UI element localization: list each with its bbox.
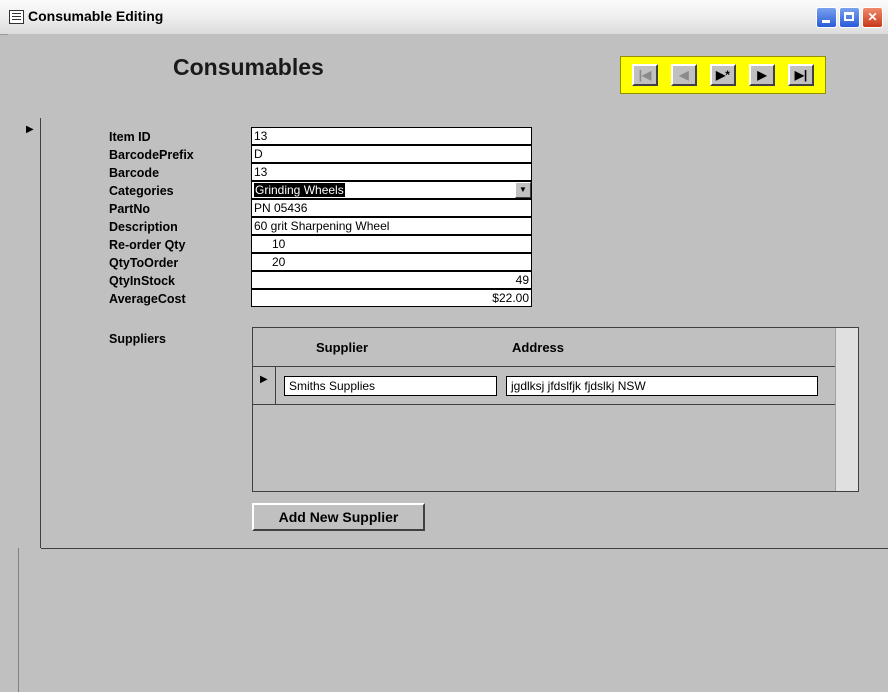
detail-section: Item ID 13 BarcodePrefix D Barcode 13 Ca… <box>41 118 888 549</box>
previous-record-button[interactable]: ◀ <box>671 64 697 86</box>
record-navigation: |◀ ◀ ▶* ▶ ▶| <box>620 56 826 94</box>
barcode-prefix-label: BarcodePrefix <box>109 148 194 162</box>
first-record-icon: |◀ <box>638 68 652 82</box>
average-cost-field[interactable]: $22.00 <box>251 289 532 307</box>
address-column-header: Address <box>512 340 565 355</box>
barcode-field[interactable]: 13 <box>251 163 532 181</box>
maximize-icon <box>844 12 854 21</box>
close-icon: ✕ <box>867 10 878 24</box>
part-no-label: PartNo <box>109 202 150 216</box>
first-record-button[interactable]: |◀ <box>632 64 658 86</box>
categories-combo[interactable]: Grinding Wheels ▼ <box>251 181 532 199</box>
supplier-row-selector[interactable]: ▶ <box>253 366 276 404</box>
reorder-qty-field[interactable]: 10 <box>251 235 532 253</box>
barcode-prefix-field[interactable]: D <box>251 145 532 163</box>
current-record-arrow-icon: ▶ <box>26 124 34 135</box>
add-new-supplier-button[interactable]: Add New Supplier <box>252 503 425 531</box>
minimize-button[interactable] <box>816 7 837 28</box>
average-cost-label: AverageCost <box>109 292 186 306</box>
row-divider <box>253 404 836 405</box>
close-button[interactable]: ✕ <box>862 7 883 28</box>
address-field[interactable]: jgdlksj jfdslfjk fjdslkj NSW <box>506 376 818 396</box>
description-field[interactable]: 60 grit Sharpening Wheel <box>251 217 532 235</box>
title-bar[interactable]: Consumable Editing ✕ <box>0 0 888 35</box>
form-title: Consumables <box>173 54 324 80</box>
maximize-button[interactable] <box>839 7 860 28</box>
item-id-field[interactable]: 13 <box>251 127 532 145</box>
qty-in-stock-field[interactable]: 49 <box>251 271 532 289</box>
qty-in-stock-label: QtyInStock <box>109 274 175 288</box>
next-record-icon: ▶ <box>757 68 767 82</box>
last-record-icon: ▶| <box>794 68 808 82</box>
suppliers-header: Supplier Address <box>253 328 836 367</box>
form-footer <box>19 549 888 692</box>
next-record-button[interactable]: ▶ <box>749 64 775 86</box>
item-id-label: Item ID <box>109 130 151 144</box>
record-selector[interactable]: ▶ <box>18 118 41 548</box>
description-label: Description <box>109 220 178 234</box>
consumable-editing-window: Consumable Editing ✕ Consumables |◀ ◀ ▶*… <box>0 0 888 692</box>
form-icon <box>9 10 24 24</box>
qty-to-order-field[interactable]: 20 <box>251 253 532 271</box>
categories-label: Categories <box>109 184 174 198</box>
supplier-column-header: Supplier <box>316 340 369 355</box>
supplier-field[interactable]: Smiths Supplies <box>284 376 497 396</box>
new-record-icon: ▶* <box>716 68 730 82</box>
current-row-arrow-icon: ▶ <box>260 374 268 385</box>
minimize-icon <box>822 20 830 23</box>
reorder-qty-label: Re-order Qty <box>109 238 186 252</box>
barcode-label: Barcode <box>109 166 160 180</box>
window-title: Consumable Editing <box>28 8 164 24</box>
suppliers-label: Suppliers <box>109 332 166 346</box>
qty-to-order-label: QtyToOrder <box>109 256 179 270</box>
new-record-button[interactable]: ▶* <box>710 64 736 86</box>
part-no-field[interactable]: PN 05436 <box>251 199 532 217</box>
form-header: Consumables |◀ ◀ ▶* ▶ ▶| <box>8 34 888 119</box>
chevron-down-icon[interactable]: ▼ <box>515 182 531 198</box>
subform-scrollbar[interactable] <box>835 328 858 491</box>
suppliers-subform: Supplier Address ▶ Smiths Supplies jgdlk… <box>252 327 859 492</box>
last-record-button[interactable]: ▶| <box>788 64 814 86</box>
categories-value: Grinding Wheels <box>254 183 345 197</box>
previous-record-icon: ◀ <box>679 68 689 82</box>
